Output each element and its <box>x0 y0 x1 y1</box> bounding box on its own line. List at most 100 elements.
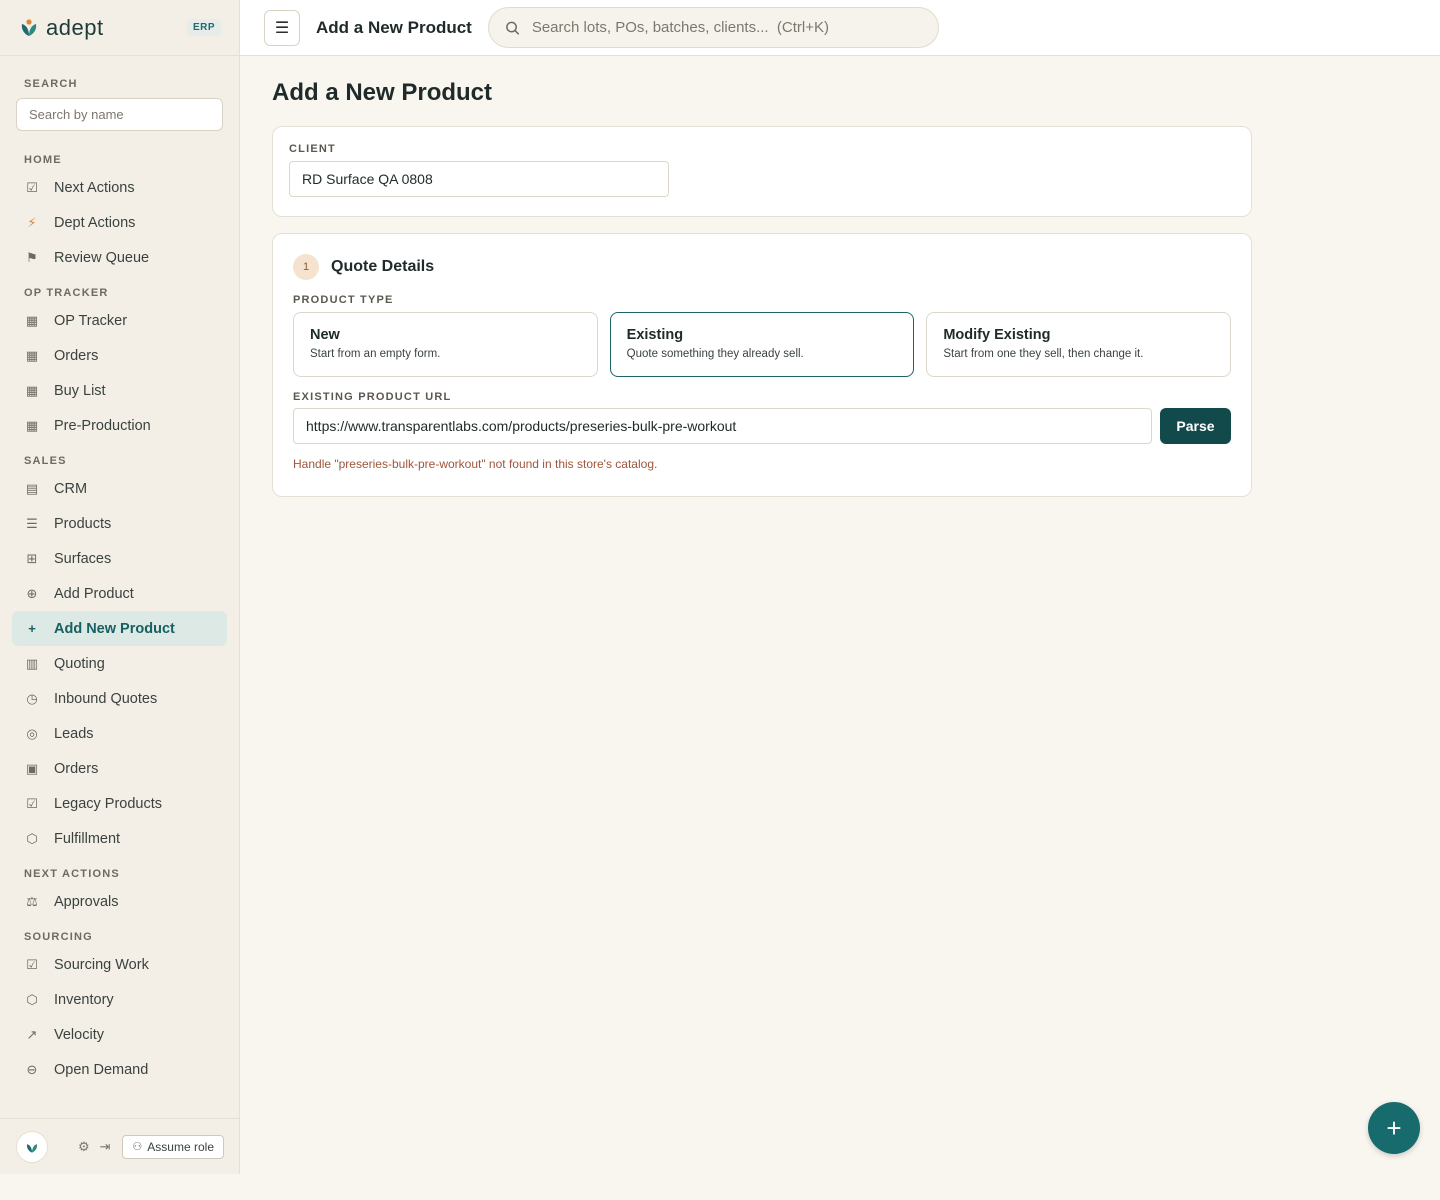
sidebar-footer: ⚙ ⇥ ⚇ Assume role <box>0 1118 239 1174</box>
sidebar-item-orders[interactable]: ▦ Orders <box>0 338 227 373</box>
trend-up-icon: ↗ <box>26 1026 38 1042</box>
sidebar-section-label: SOURCING <box>24 931 93 943</box>
sidebar-item-inventory[interactable]: ⬡ Inventory <box>0 982 227 1017</box>
table-icon: ▦ <box>25 382 39 398</box>
quote-details-header: 1 Quote Details <box>293 254 1231 280</box>
brand-header: adept ERP <box>0 0 239 56</box>
menu-toggle-button[interactable]: ☰ <box>264 9 300 46</box>
leaf-logo-icon <box>21 18 37 36</box>
sidebar-item-label: OP Tracker <box>54 312 128 329</box>
clock-icon: ◷ <box>26 690 38 706</box>
table-icon: ▦ <box>25 312 39 328</box>
sidebar-item-orders[interactable]: ▣ Orders <box>0 751 227 786</box>
sidebar-item-label: Products <box>54 515 112 532</box>
settings-gear-icon[interactable]: ⚙ <box>78 1139 90 1155</box>
global-search-input[interactable] <box>531 19 922 36</box>
sidebar-section-label: HOME <box>24 154 62 166</box>
client-field[interactable] <box>289 161 669 197</box>
sidebar-item-label: Quoting <box>54 655 105 672</box>
sidebar-item-crm[interactable]: ▤ CRM <box>0 471 227 506</box>
url-row: Parse <box>293 408 1231 444</box>
option-description: Quote something they already sell. <box>626 348 804 360</box>
minus-circle-icon: ⊖ <box>26 1061 38 1077</box>
sidebar-search-input[interactable] <box>16 98 223 131</box>
flag-icon: ⚑ <box>26 249 38 265</box>
user-avatar[interactable] <box>16 1130 48 1163</box>
list-icon: ☰ <box>26 515 38 531</box>
page-title: Add a New Product <box>272 79 493 106</box>
sidebar-item-pre-production[interactable]: ▦ Pre-Production <box>0 408 227 443</box>
sidebar-item-inbound-quotes[interactable]: ◷ Inbound Quotes <box>0 681 227 716</box>
sidebar-item-label: Next Actions <box>54 179 135 196</box>
top-bar-title: Add a New Product <box>316 17 472 37</box>
sidebar-item-dept-actions[interactable]: ⚡ Dept Actions <box>0 205 227 240</box>
sidebar-item-surfaces[interactable]: ⊞ Surfaces <box>0 541 227 576</box>
option-title: New <box>310 327 340 343</box>
sidebar-section-label: NEXT ACTIONS <box>24 868 120 880</box>
quote-details-title: Quote Details <box>331 258 435 275</box>
sidebar-item-products[interactable]: ☰ Products <box>0 506 227 541</box>
sidebar-item-label: Sourcing Work <box>54 956 149 973</box>
sidebar-item-label: Velocity <box>54 1026 104 1043</box>
sidebar-item-approvals[interactable]: ⚖ Approvals <box>0 884 227 919</box>
global-search[interactable] <box>487 7 939 48</box>
sidebar-item-sourcing-work[interactable]: ☑ Sourcing Work <box>0 947 227 982</box>
sidebar-item-add-product[interactable]: ⊕ Add Product <box>0 576 227 611</box>
plus-circle-icon: ⊕ <box>26 585 38 601</box>
sidebar-nav: HOME ☑ Next Actions ⚡ Dept Actions ⚑ Review Qu… <box>0 131 239 1087</box>
sidebar-item-label: Leads <box>54 725 94 742</box>
sidebar-item-fulfillment[interactable]: ⬡ Fulfillment <box>0 821 227 856</box>
parse-button[interactable]: Parse <box>1160 408 1231 444</box>
sidebar-item-velocity[interactable]: ↗ Velocity <box>0 1017 227 1052</box>
option-description: Start from one they sell, then change it… <box>943 348 1144 360</box>
sidebar-item-label: CRM <box>54 480 88 497</box>
brand-logo[interactable]: adept <box>18 15 104 41</box>
sidebar-item-buy-list[interactable]: ▦ Buy List <box>0 373 227 408</box>
contact-card-icon: ▤ <box>25 480 39 496</box>
sidebar-item-label: Legacy Products <box>54 795 163 812</box>
sidebar-item-label: Orders <box>54 347 99 364</box>
existing-product-url-label: EXISTING PRODUCT URL <box>293 391 452 403</box>
scale-icon: ⚖ <box>26 893 38 909</box>
product-type-modify-existing[interactable]: Modify Existing Start from one they sell… <box>926 312 1232 377</box>
user-switch-icon: ⚇ <box>132 1141 143 1153</box>
package-icon: ⬡ <box>26 830 38 846</box>
product-type-label: PRODUCT TYPE <box>293 294 394 306</box>
sidebar-item-label: Add New Product <box>54 620 175 637</box>
grid-icon: ⊞ <box>26 550 38 566</box>
main-content: Add a New Product CLIENT 1 Quote Details… <box>272 56 1252 497</box>
sidebar-item-legacy-products[interactable]: ☑ Legacy Products <box>0 786 227 821</box>
step-number-badge: 1 <box>293 254 319 280</box>
hamburger-icon: ☰ <box>274 19 290 37</box>
sidebar-item-label: Dept Actions <box>54 214 136 231</box>
sidebar-item-review-queue[interactable]: ⚑ Review Queue <box>0 240 227 275</box>
check-square-icon: ☑ <box>26 956 38 972</box>
existing-product-url-input[interactable] <box>293 408 1152 444</box>
sidebar-item-label: Fulfillment <box>54 830 121 847</box>
lightning-icon: ⚡ <box>27 214 37 230</box>
sidebar-item-add-new-product[interactable]: + Add New Product <box>12 611 227 646</box>
sidebar-item-label: Add Product <box>54 585 134 602</box>
erp-badge: ERP <box>186 19 221 36</box>
assume-role-button[interactable]: ⚇ Assume role <box>122 1134 224 1159</box>
sidebar-item-label: Surfaces <box>54 550 112 567</box>
sidebar-item-label: Buy List <box>54 382 106 399</box>
floating-add-button[interactable]: + <box>1368 1102 1420 1154</box>
clipboard-icon: ▣ <box>25 760 39 776</box>
product-type-new[interactable]: New Start from an empty form. <box>293 312 598 377</box>
sidebar-item-quoting[interactable]: ▥ Quoting <box>0 646 227 681</box>
sidebar-item-leads[interactable]: ◎ Leads <box>0 716 227 751</box>
plus-icon: + <box>1386 1112 1402 1143</box>
sidebar-item-op-tracker[interactable]: ▦ OP Tracker <box>0 303 227 338</box>
sidebar: adept ERP SEARCH HOME ☑ Next Actions ⚡ Dept … <box>0 0 240 1174</box>
sidebar-item-label: Pre-Production <box>54 417 151 434</box>
logout-icon[interactable]: ⇥ <box>100 1139 111 1155</box>
sidebar-item-label: Inventory <box>54 991 114 1008</box>
check-square-icon: ☑ <box>26 795 38 811</box>
box-icon: ⬡ <box>26 991 38 1007</box>
option-description: Start from an empty form. <box>310 348 441 360</box>
product-type-existing[interactable]: Existing Quote something they already se… <box>609 312 915 377</box>
sidebar-item-next-actions[interactable]: ☑ Next Actions <box>0 170 227 205</box>
sidebar-item-label: Inbound Quotes <box>54 690 158 707</box>
sidebar-item-open-demand[interactable]: ⊖ Open Demand <box>0 1052 227 1087</box>
